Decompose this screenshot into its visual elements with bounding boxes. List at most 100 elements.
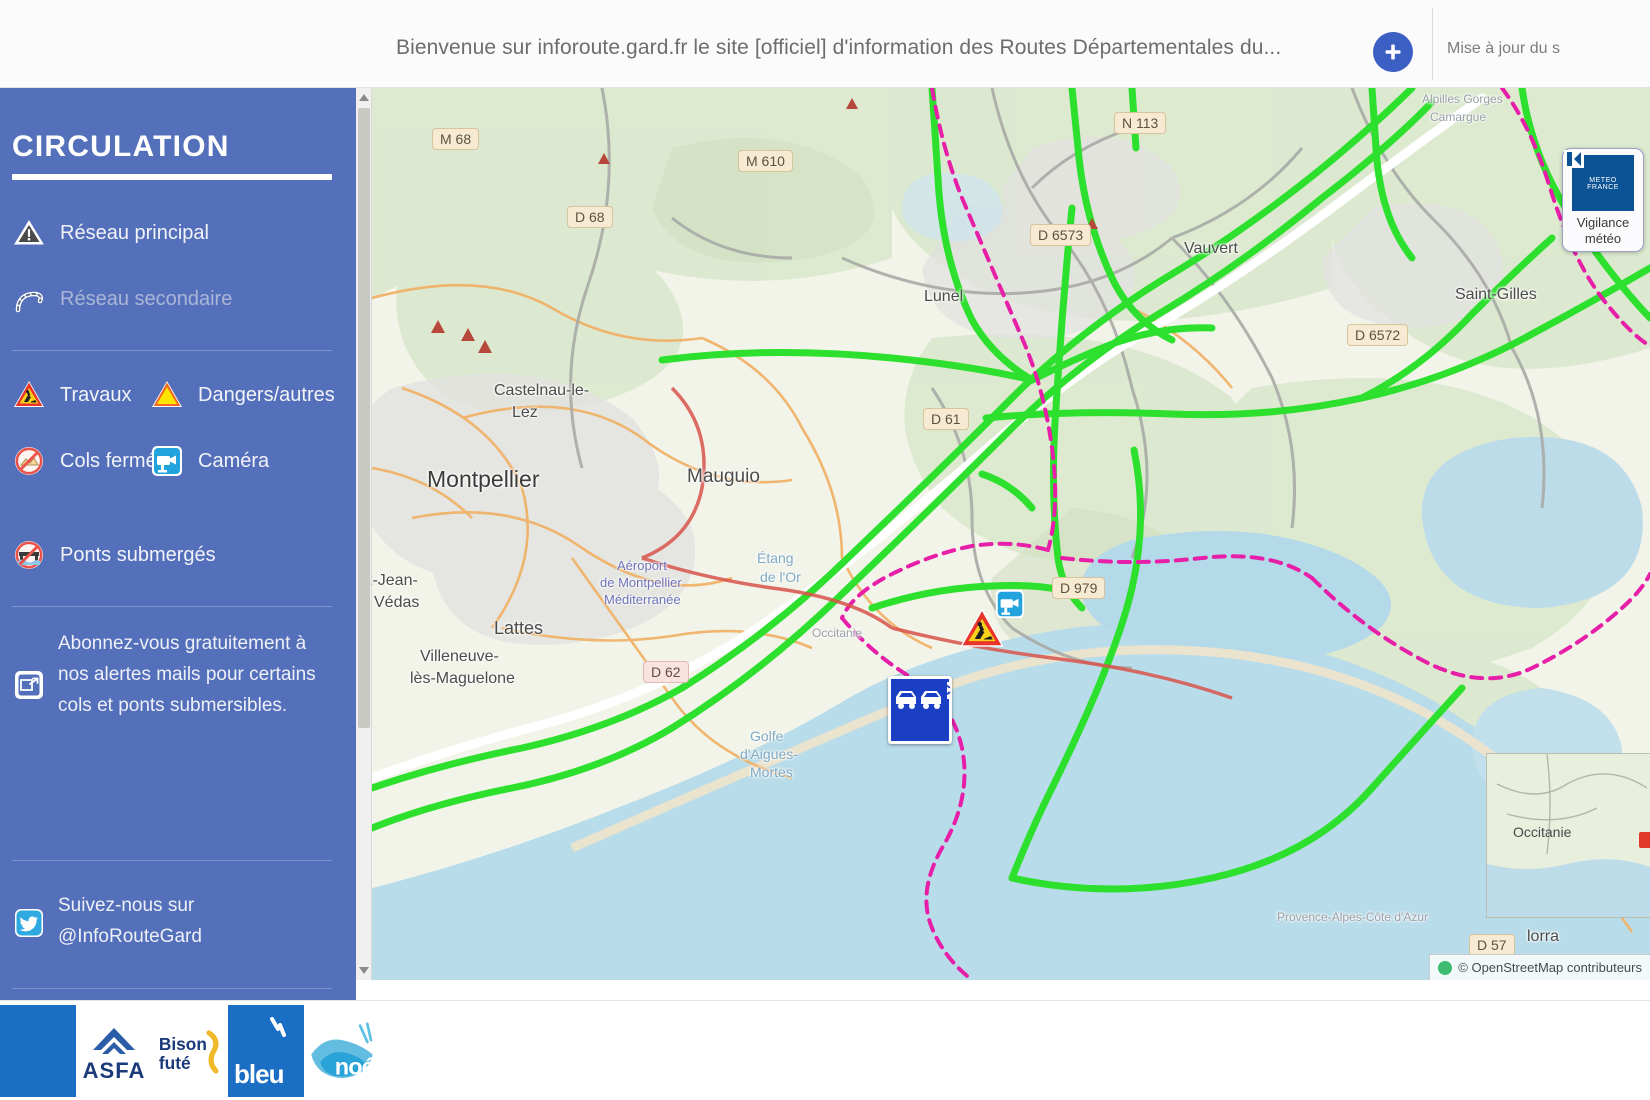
divider bbox=[12, 988, 332, 989]
map-label-golfe-1: Golfe bbox=[750, 728, 784, 744]
partner-logos: ASFA Bison futé bleu noé bbox=[0, 1005, 380, 1097]
map-attribution-text: © OpenStreetMap contributeurs bbox=[1458, 960, 1642, 975]
map-label-paca: Provence-Alpes-Côte d'Azur bbox=[1277, 910, 1429, 924]
banner-expand-button[interactable] bbox=[1373, 32, 1413, 72]
mail-alert-row[interactable] bbox=[12, 668, 46, 702]
mail-alert-icon bbox=[12, 668, 46, 702]
divider bbox=[12, 350, 332, 351]
bottom-bar: ASFA Bison futé bleu noé bbox=[0, 1000, 1650, 1100]
map-label-villeneuve-1: Villeneuve- bbox=[420, 648, 499, 665]
legend-label: Dangers/autres bbox=[198, 383, 335, 406]
road-shield-d6573: D 6573 bbox=[1030, 224, 1092, 246]
overview-minimap[interactable]: Occitanie bbox=[1486, 753, 1650, 918]
twitter-line-1: Suivez-nous sur bbox=[58, 895, 195, 916]
minimap-location-marker bbox=[1639, 832, 1650, 848]
camera-icon bbox=[150, 444, 184, 478]
legend-item-reseau-principal[interactable]: Réseau principal bbox=[12, 216, 209, 250]
divider bbox=[12, 860, 332, 861]
map-label-occitanie: Occitanie bbox=[812, 626, 863, 640]
road-shield-d68: D 68 bbox=[567, 206, 613, 228]
subscribe-text: Abonnez-vous gratuitement à nos alertes … bbox=[58, 633, 316, 716]
map-label-vauvert: Vauvert bbox=[1184, 240, 1238, 257]
map-label-etang-1: Étang bbox=[757, 550, 794, 566]
partner-logo-asfa[interactable]: ASFA bbox=[76, 1005, 152, 1097]
svg-text:Bison: Bison bbox=[159, 1034, 207, 1054]
road-shield-m610: M 610 bbox=[738, 150, 793, 172]
scroll-down-arrow-icon[interactable] bbox=[359, 967, 369, 974]
map-label-mauguio: Mauguio bbox=[687, 466, 760, 487]
map-label-montpellier: Montpellier bbox=[427, 466, 540, 492]
submerged-bridge-icon bbox=[12, 538, 46, 572]
scroll-up-arrow-icon[interactable] bbox=[359, 94, 369, 101]
map-label-lattes: Lattes bbox=[494, 618, 544, 638]
scrollbar-thumb[interactable] bbox=[358, 108, 370, 728]
map-label-golfe-3: Mortes bbox=[750, 764, 793, 780]
map-canvas bbox=[372, 88, 1650, 980]
map-label-alpilles: Alpilles Gorges bbox=[1422, 92, 1503, 106]
partner-logo-left-blue[interactable] bbox=[0, 1005, 76, 1097]
meteo-brand-line-2: FRANCE bbox=[1587, 184, 1619, 191]
svg-text:noé: noé bbox=[335, 1054, 375, 1080]
plus-icon bbox=[1382, 41, 1404, 63]
svg-text:ASFA: ASFA bbox=[83, 1058, 146, 1083]
map-label-villeneuve-2: lès-Maguelone bbox=[410, 670, 515, 687]
legend-item-reseau-secondaire[interactable]: Réseau secondaire bbox=[12, 282, 232, 316]
sidebar-scrollbar[interactable] bbox=[356, 88, 372, 980]
map-label-aeroport-2: de Montpellier bbox=[600, 575, 682, 590]
road-shield-d61: D 61 bbox=[923, 408, 969, 430]
title-rule bbox=[12, 174, 332, 180]
meteo-caption-line-1: Vigilance bbox=[1576, 215, 1630, 230]
road-shield-d6572: D 6572 bbox=[1347, 324, 1409, 346]
legend-label: Réseau secondaire bbox=[60, 287, 233, 310]
minimap-region-label: Occitanie bbox=[1513, 824, 1572, 840]
legend-item-dangers[interactable]: Dangers/autres bbox=[150, 378, 335, 412]
traffic-map[interactable]: Montpellier Mauguio Lattes Castelnau-le-… bbox=[372, 88, 1650, 980]
map-label-st-jean-2: Védas bbox=[374, 594, 420, 611]
twitter-handle: @InfoRouteGard bbox=[58, 926, 202, 947]
map-label-camargue: Camargue bbox=[1430, 110, 1487, 124]
vigilance-meteo-widget[interactable]: METEO FRANCE Vigilance météo bbox=[1562, 148, 1644, 252]
partner-logo-france-bleu[interactable]: bleu bbox=[228, 1005, 304, 1097]
map-label-aeroport-3: Méditerranée bbox=[604, 592, 681, 607]
layer-dot-icon bbox=[1438, 960, 1453, 975]
map-label-saint-gilles: Saint-Gilles bbox=[1455, 286, 1537, 303]
map-label-lorra: lorra bbox=[1527, 928, 1560, 945]
map-attribution[interactable]: © OpenStreetMap contributeurs bbox=[1429, 954, 1650, 980]
map-label-aeroport-1: Aéroport bbox=[617, 558, 667, 573]
divider bbox=[12, 606, 332, 607]
legend-label: Travaux bbox=[60, 383, 132, 406]
banner-update-text: Mise à jour du s bbox=[1447, 40, 1560, 57]
legend-item-camera[interactable]: Caméra bbox=[150, 444, 269, 478]
closed-pass-icon bbox=[12, 444, 46, 478]
page-title: CIRCULATION bbox=[12, 130, 230, 163]
road-shield-n113: N 113 bbox=[1114, 112, 1167, 134]
map-label-etang-2: de l'Or bbox=[760, 569, 801, 585]
svg-text:bleu: bleu bbox=[234, 1059, 284, 1089]
road-shield-m68: M 68 bbox=[432, 128, 480, 150]
meteo-brand-line-1: METEO bbox=[1589, 177, 1617, 184]
svg-text:futé: futé bbox=[159, 1053, 191, 1073]
roadworks-icon bbox=[12, 378, 46, 412]
meteo-caption-line-2: météo bbox=[1584, 231, 1622, 246]
road-shield-d979: D 979 bbox=[1052, 577, 1106, 599]
road-shield-d62: D 62 bbox=[643, 661, 689, 683]
legend-item-cols-fermes[interactable]: Cols fermés bbox=[12, 444, 167, 478]
partner-logo-bison-fute[interactable]: Bison futé bbox=[152, 1005, 228, 1097]
legend-item-travaux[interactable]: Travaux bbox=[12, 378, 132, 412]
cars-icon bbox=[891, 679, 947, 719]
map-label-castelnau-1: Castelnau-le- bbox=[494, 382, 590, 399]
banner-message: Bienvenue sur inforoute.gard.fr le site … bbox=[396, 36, 1282, 59]
meteo-france-mark-icon bbox=[1564, 150, 1584, 168]
danger-triangle-icon bbox=[150, 378, 184, 412]
map-label-st-jean-1: t-Jean- bbox=[372, 572, 418, 589]
trafic-sign-marker[interactable]: TRAFIC bbox=[888, 676, 952, 744]
twitter-icon bbox=[12, 906, 46, 940]
partner-logo-noe[interactable]: noé bbox=[304, 1005, 380, 1097]
map-label-castelnau-2: Lez bbox=[512, 404, 538, 421]
legend-label: Réseau principal bbox=[60, 221, 209, 244]
twitter-row[interactable] bbox=[12, 906, 46, 940]
circulation-sidebar: CIRCULATION Réseau principal Réseau seco… bbox=[0, 88, 356, 1000]
legend-item-ponts-submerges[interactable]: Ponts submergés bbox=[12, 538, 216, 572]
legend-label: Ponts submergés bbox=[60, 543, 216, 566]
legend-label: Caméra bbox=[198, 449, 270, 472]
